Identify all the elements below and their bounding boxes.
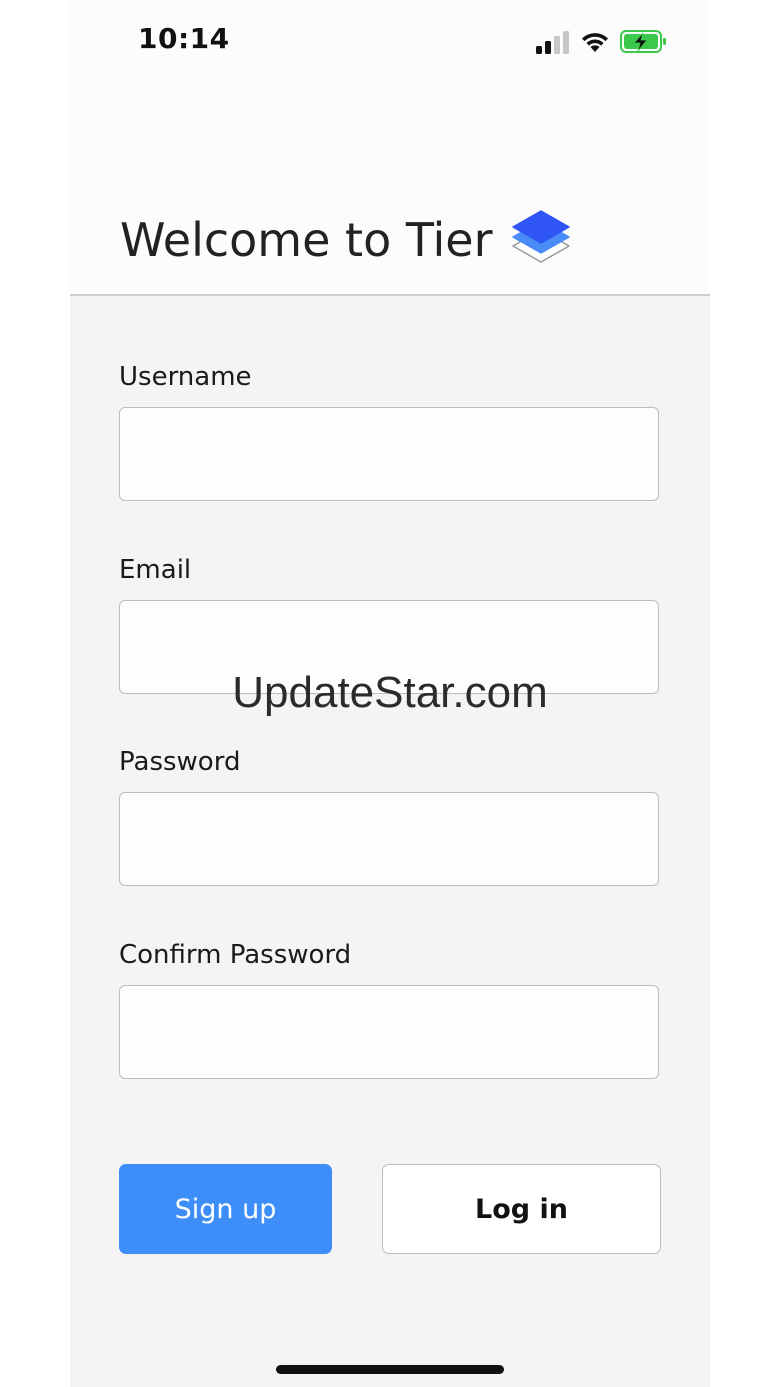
status-time: 10:14 bbox=[138, 22, 230, 55]
confirm-password-input[interactable] bbox=[119, 985, 659, 1079]
header-area: 10:14 Welcome to Tier bbox=[70, 0, 710, 296]
cellular-signal-icon bbox=[536, 31, 569, 54]
username-label: Username bbox=[119, 362, 252, 392]
signup-button[interactable]: Sign up bbox=[119, 1164, 332, 1254]
tier-logo-icon bbox=[511, 210, 570, 263]
login-button[interactable]: Log in bbox=[382, 1164, 661, 1254]
password-label: Password bbox=[119, 747, 241, 777]
email-label: Email bbox=[119, 555, 192, 585]
wifi-icon bbox=[582, 33, 608, 52]
password-input[interactable] bbox=[119, 792, 659, 886]
email-input[interactable] bbox=[119, 600, 659, 694]
app-screen: 10:14 Welcome to Tier Username Email Pas… bbox=[70, 0, 710, 1387]
page-title: Welcome to Tier bbox=[120, 213, 493, 267]
battery-charging-icon bbox=[620, 30, 666, 53]
title-row: Welcome to Tier bbox=[120, 205, 571, 275]
status-icons bbox=[536, 28, 668, 56]
username-input[interactable] bbox=[119, 407, 659, 501]
confirm-password-label: Confirm Password bbox=[119, 940, 352, 970]
home-indicator[interactable] bbox=[276, 1365, 504, 1374]
